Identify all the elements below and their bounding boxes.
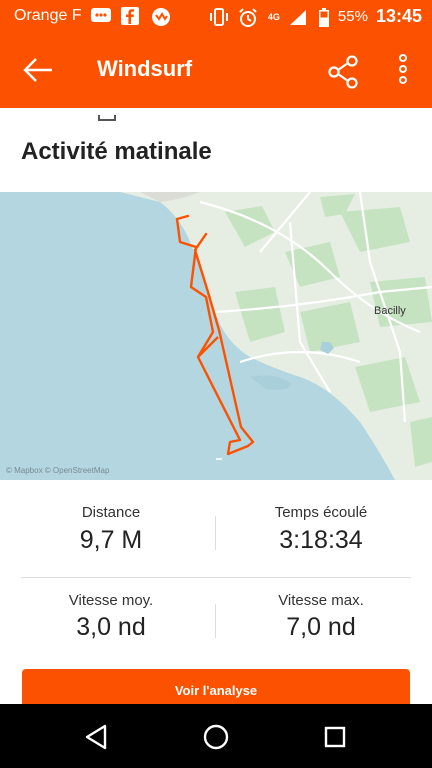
avg-speed-value: 3,0 nd	[76, 613, 146, 641]
carrier-label: Orange F	[14, 7, 82, 24]
status-bar: Orange F 4G 55% 13:45	[0, 0, 432, 32]
network-type: 4G	[267, 11, 280, 22]
route-map[interactable]: Bacilly	[0, 192, 432, 480]
activity-title: Activité matinale	[21, 138, 212, 165]
alarm-icon	[238, 7, 260, 27]
map-attribution[interactable]: © Mapbox © OpenStreetMap	[6, 466, 109, 475]
vibrate-icon	[208, 7, 230, 26]
nav-recents-icon[interactable]	[324, 726, 346, 748]
battery-percent: 55%	[337, 8, 368, 25]
signal-icon	[288, 8, 310, 26]
stats-divider	[215, 516, 216, 550]
max-speed-label: Vitesse max.	[278, 592, 364, 609]
more-vert-icon[interactable]	[393, 52, 413, 88]
map-place-label: Bacilly	[374, 305, 406, 317]
app-bar: Windsurf	[0, 32, 432, 108]
nav-home-icon[interactable]	[203, 724, 229, 750]
elapsed-label: Temps écoulé	[274, 504, 368, 521]
system-nav-bar	[0, 704, 432, 768]
distance-value: 9,7 M	[79, 526, 143, 554]
stats-divider	[215, 604, 216, 638]
battery-icon	[318, 7, 330, 27]
back-arrow-icon[interactable]	[20, 52, 56, 88]
page-title: Windsurf	[97, 56, 193, 81]
distance-label: Distance	[81, 504, 141, 521]
elapsed-value: 3:18:34	[279, 526, 363, 554]
avg-speed-label: Vitesse moy.	[68, 592, 154, 609]
messages-icon	[90, 7, 112, 25]
partial-icon	[98, 108, 116, 121]
status-clock: 13:45	[375, 6, 422, 26]
sync-icon	[150, 7, 172, 26]
stats-panel: Distance 9,7 M Temps écoulé 3:18:34 Vite…	[21, 492, 411, 662]
stats-divider-horizontal	[21, 577, 411, 578]
facebook-icon	[120, 7, 142, 25]
nav-back-icon[interactable]	[84, 724, 108, 750]
max-speed-value: 7,0 nd	[286, 613, 356, 641]
share-icon[interactable]	[326, 54, 362, 90]
